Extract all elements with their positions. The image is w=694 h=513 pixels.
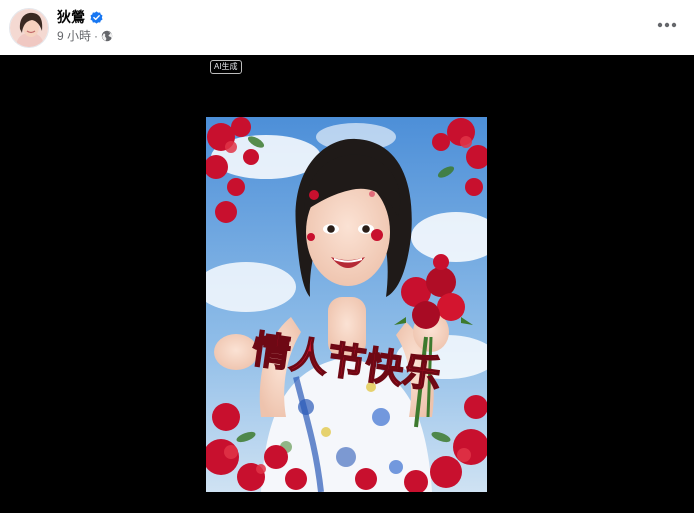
- valentine-illustration: 情人节快乐: [206, 117, 487, 492]
- more-options-button[interactable]: [650, 10, 684, 40]
- post-image[interactable]: 情人节快乐: [206, 117, 487, 492]
- author-name[interactable]: 狄鶯: [57, 8, 85, 26]
- author-row: 狄鶯: [57, 8, 103, 26]
- verified-badge-icon: [90, 10, 103, 24]
- ai-generated-badge: AI生成: [210, 60, 242, 74]
- more-horizontal-icon: [657, 22, 677, 28]
- post-header: 狄鶯 9 小時 ·: [0, 0, 694, 55]
- avatar-image: [10, 9, 48, 47]
- post-meta: 9 小時 ·: [57, 28, 113, 44]
- post-timestamp[interactable]: 9 小時: [57, 28, 91, 44]
- facebook-post: 狄鶯 9 小時 · AI生成 情人节快乐: [0, 0, 694, 513]
- globe-icon[interactable]: [101, 30, 113, 42]
- meta-separator: ·: [94, 29, 99, 43]
- post-media[interactable]: AI生成 情人节快乐: [0, 55, 694, 513]
- author-avatar[interactable]: [9, 8, 49, 48]
